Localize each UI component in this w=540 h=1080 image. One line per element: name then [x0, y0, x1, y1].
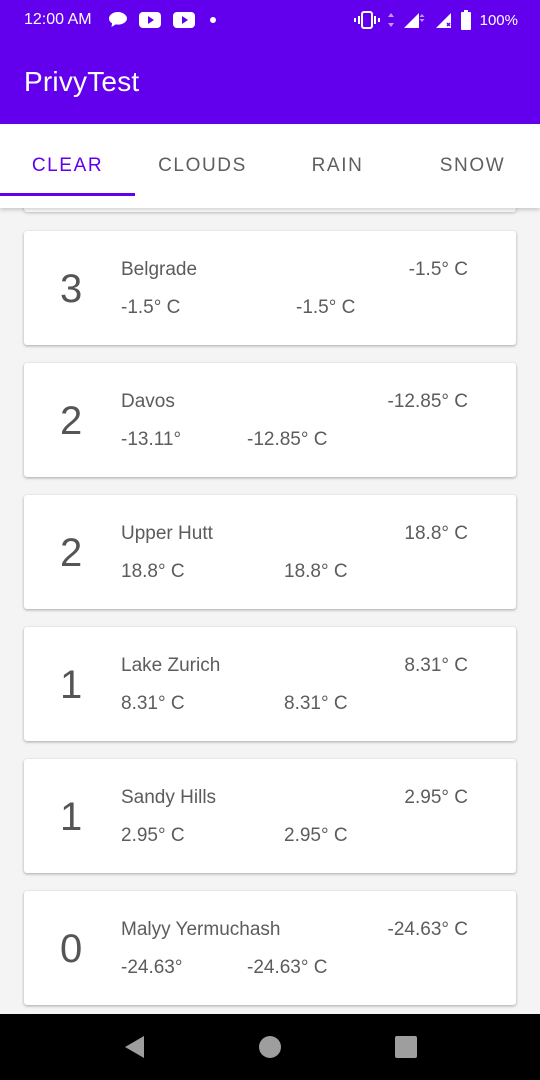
list-item-partial[interactable] — [24, 208, 516, 212]
signal-icon — [402, 11, 428, 29]
recents-icon[interactable] — [393, 1034, 419, 1060]
current-temp: -12.85° C — [387, 391, 468, 412]
min-temp: 8.31° C — [121, 693, 185, 714]
status-time: 12:00 AM — [24, 11, 92, 28]
list-item[interactable]: 2 Davos -12.85° C -13.11° -12.85° C — [24, 363, 516, 477]
youtube-icon — [138, 11, 162, 29]
back-icon[interactable] — [121, 1034, 147, 1060]
status-left: 12:00 AM — [24, 11, 220, 29]
min-temp: 2.95° C — [121, 825, 185, 846]
list-item[interactable]: 0 Malyy Yermuchash -24.63° C -24.63° -24… — [24, 891, 516, 1005]
data-arrows-icon — [386, 11, 396, 29]
navigation-bar — [0, 1014, 540, 1080]
rank-value: 2 — [60, 399, 83, 443]
min-temp: -24.63° — [121, 957, 183, 978]
current-temp: 18.8° C — [404, 523, 468, 544]
min-temp: 18.8° C — [121, 561, 185, 582]
max-temp: -24.63° C — [247, 957, 328, 978]
list-item[interactable]: 1 Lake Zurich 8.31° C 8.31° C 8.31° C — [24, 627, 516, 741]
list-item[interactable]: 2 Upper Hutt 18.8° C 18.8° C 18.8° C — [24, 495, 516, 609]
current-temp: 2.95° C — [404, 787, 468, 808]
app-title: PrivyTest — [24, 66, 140, 97]
city-list[interactable]: 3 Belgrade -1.5° C -1.5° C -1.5° C 2 Dav… — [0, 208, 540, 1014]
battery-icon — [460, 10, 472, 30]
tab-clear[interactable]: CLEAR — [0, 124, 135, 208]
city-name: Malyy Yermuchash — [121, 919, 281, 940]
status-bar: 12:00 AM 100% — [0, 0, 540, 40]
battery-percent: 100% — [479, 11, 518, 29]
chat-bubble-icon — [108, 11, 128, 29]
city-name: Davos — [121, 391, 175, 412]
max-temp: -12.85° C — [247, 429, 328, 450]
status-right: 100% — [353, 10, 518, 30]
tab-clouds[interactable]: CLOUDS — [135, 124, 270, 208]
signal-no-data-icon — [434, 11, 454, 29]
min-temp: -1.5° C — [121, 297, 181, 318]
rank-value: 0 — [60, 927, 83, 971]
home-icon[interactable] — [257, 1034, 283, 1060]
city-name: Lake Zurich — [121, 655, 221, 676]
max-temp: 8.31° C — [284, 693, 348, 714]
tab-bar: CLEAR CLOUDS RAIN SNOW — [0, 124, 540, 208]
list-item[interactable]: 1 Sandy Hills 2.95° C 2.95° C 2.95° C — [24, 759, 516, 873]
city-name: Sandy Hills — [121, 787, 217, 808]
min-temp: -13.11° — [121, 429, 182, 450]
rank-value: 1 — [60, 663, 83, 707]
max-temp: 18.8° C — [284, 561, 348, 582]
max-temp: -1.5° C — [296, 297, 356, 318]
city-name: Upper Hutt — [121, 523, 213, 544]
rank-value: 1 — [60, 795, 83, 839]
rank-value: 2 — [60, 531, 83, 575]
list-item[interactable]: 3 Belgrade -1.5° C -1.5° C -1.5° C — [24, 231, 516, 345]
screen: 12:00 AM 100% PrivyTest CLEAR CLOUDS RAI… — [0, 0, 540, 1080]
city-name: Belgrade — [121, 259, 198, 280]
vibrate-icon — [353, 11, 380, 29]
current-temp: -24.63° C — [387, 919, 468, 940]
max-temp: 2.95° C — [284, 825, 348, 846]
current-temp: 8.31° C — [404, 655, 468, 676]
youtube-icon — [172, 11, 196, 29]
tab-rain[interactable]: RAIN — [270, 124, 405, 208]
current-temp: -1.5° C — [408, 259, 468, 280]
app-bar: PrivyTest — [0, 40, 540, 124]
rank-value: 3 — [60, 267, 83, 311]
dot-icon — [206, 13, 220, 27]
tab-snow[interactable]: SNOW — [405, 124, 540, 208]
